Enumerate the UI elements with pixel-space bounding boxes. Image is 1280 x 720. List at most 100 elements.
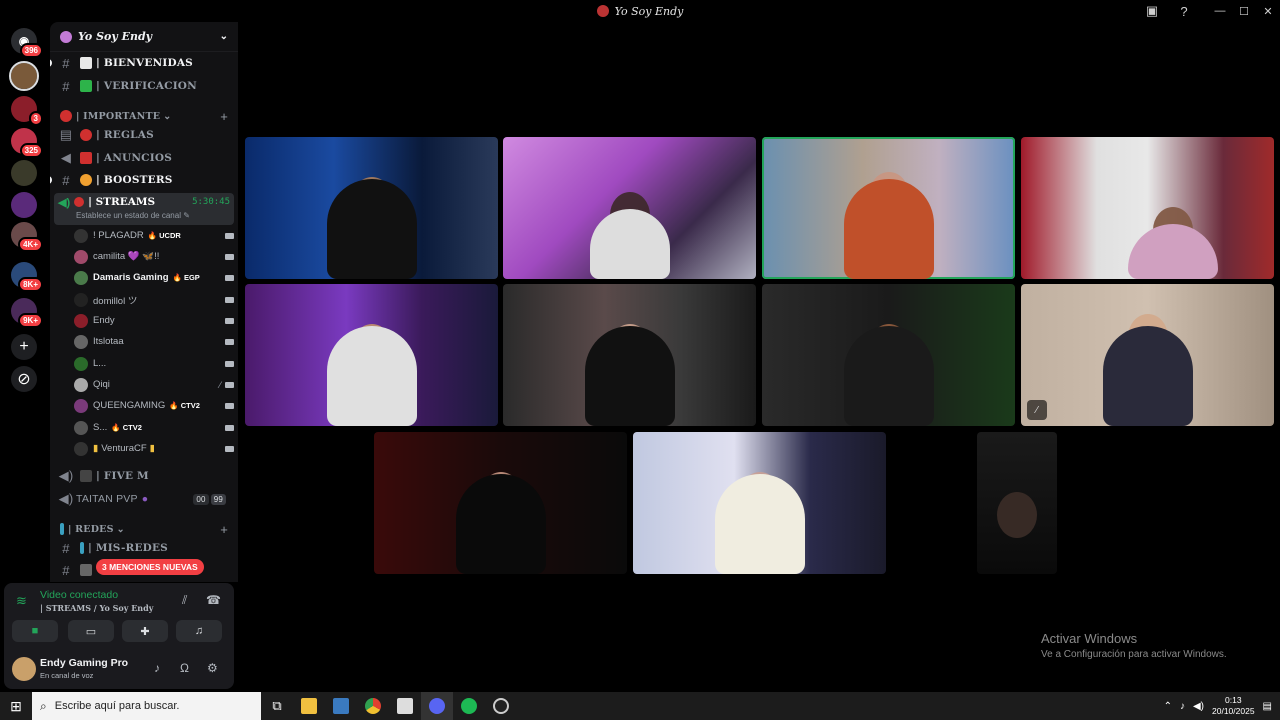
task-view-button[interactable]: ⧉: [261, 692, 293, 720]
voice-user[interactable]: domillol ツ: [74, 289, 234, 310]
microphone-icon[interactable]: ♪: [1180, 701, 1185, 712]
user-count: 00: [193, 493, 209, 505]
voice-user[interactable]: Itslotaa: [74, 331, 234, 352]
camera-button[interactable]: ■: [12, 620, 58, 642]
hash-icon: #: [62, 540, 70, 556]
voice-status: Video conectado: [40, 589, 119, 601]
new-mentions-pill[interactable]: 3 MENCIONES NUEVAS: [96, 559, 204, 575]
voice-user[interactable]: Damaris Gaming 🔥 EGP: [74, 267, 234, 288]
noise-suppression-icon[interactable]: ⫽: [182, 593, 187, 608]
file-explorer-button[interactable]: [293, 692, 325, 720]
voice-user[interactable]: L...: [74, 353, 234, 374]
voice-channel-five-m[interactable]: ◀) | FIVE M: [50, 466, 238, 486]
camera-icon: [225, 338, 234, 345]
window-title-text: Yo Soy Endy: [614, 4, 684, 18]
settings-gear-icon[interactable]: ⚙: [207, 661, 218, 675]
create-channel-icon[interactable]: +: [220, 522, 228, 537]
add-server-button[interactable]: +: [11, 334, 37, 360]
video-tile[interactable]: [633, 432, 886, 574]
server-folder-2[interactable]: 8K+: [11, 262, 43, 292]
video-tile[interactable]: [762, 284, 1015, 426]
server-icon-2[interactable]: 3: [11, 96, 43, 126]
app-button[interactable]: [389, 692, 421, 720]
activities-button[interactable]: ✚: [122, 620, 168, 642]
voice-location[interactable]: | STREAMS / Yo Soy Endy: [40, 603, 153, 613]
server-badge: 8K+: [18, 277, 43, 292]
disconnect-icon[interactable]: ☎: [206, 593, 221, 607]
chevron-down-icon: ⌄: [219, 31, 228, 42]
video-tile[interactable]: [503, 137, 756, 279]
server-header[interactable]: Yo Soy Endy ⌄: [50, 22, 238, 52]
video-tile[interactable]: [245, 284, 498, 426]
video-tile[interactable]: [1021, 137, 1274, 279]
voice-channel-taitan-pvp[interactable]: ◀) TAITAN PVP ● 00 99: [50, 489, 238, 509]
server-icon-3[interactable]: 325: [11, 128, 43, 158]
clock[interactable]: 0:13 20/10/2025: [1212, 695, 1255, 717]
voice-channel-streams[interactable]: ◀) | STREAMS 5:30:45 Establece un estado…: [54, 193, 234, 225]
taskbar-search[interactable]: ⌕ Escribe aquí para buscar.: [32, 692, 261, 720]
obs-button[interactable]: [485, 692, 517, 720]
channel-bienvenidas[interactable]: # | BIENVENIDAS: [50, 53, 238, 73]
video-tile[interactable]: [245, 137, 498, 279]
server-icon-5[interactable]: [11, 192, 37, 218]
category-redes[interactable]: | REDES ⌄ +: [50, 519, 238, 539]
channel-reglas[interactable]: ▤ | REGLAS: [50, 125, 238, 145]
voice-user[interactable]: Qiqi ⁄: [74, 374, 234, 395]
channel-status-prompt[interactable]: Establece un estado de canal ✎: [54, 211, 234, 220]
video-tile-speaking[interactable]: [762, 137, 1015, 279]
video-tile[interactable]: [503, 284, 756, 426]
maximize-button[interactable]: ☐: [1232, 5, 1256, 18]
start-button[interactable]: ⊞: [0, 692, 32, 720]
server-icon-4[interactable]: [11, 160, 37, 186]
avatar: [74, 292, 88, 307]
category-importante[interactable]: | IMPORTANTE ⌄ +: [50, 106, 238, 126]
headphones-icon[interactable]: Ω: [180, 661, 189, 675]
chrome-button[interactable]: [357, 692, 389, 720]
notifications-icon[interactable]: ▤: [1263, 701, 1272, 712]
channel-boosters[interactable]: # | BOOSTERS: [50, 170, 238, 190]
microphone-icon[interactable]: ♪: [154, 661, 160, 675]
chevron-up-icon[interactable]: ⌃: [1164, 701, 1172, 712]
spotify-button[interactable]: [453, 692, 485, 720]
voice-user[interactable]: S... 🔥 CTV2: [74, 417, 234, 438]
video-tile[interactable]: [374, 432, 627, 574]
channel-anuncios[interactable]: ◀ | ANUNCIOS: [50, 148, 238, 168]
video-tile[interactable]: ⁄: [1021, 284, 1274, 426]
category-label: | IMPORTANTE: [76, 110, 161, 122]
server-folder-1[interactable]: 4K+: [11, 222, 43, 252]
help-icon[interactable]: ?: [1176, 3, 1192, 19]
minimize-button[interactable]: —: [1208, 5, 1232, 17]
volume-icon[interactable]: ◀): [1193, 701, 1204, 712]
category-label: | REDES: [68, 523, 114, 535]
store-button[interactable]: [325, 692, 357, 720]
window-title: Yo Soy Endy: [596, 4, 684, 18]
server-yo-soy-endy[interactable]: [9, 61, 39, 91]
signal-icon[interactable]: ≋: [16, 593, 27, 609]
discord-taskbar-button[interactable]: [421, 692, 453, 720]
voice-user[interactable]: ▮ VenturaCF ▮: [74, 438, 234, 459]
direct-messages-button[interactable]: ◉ 396: [11, 28, 43, 58]
camera-icon: [225, 274, 234, 281]
channel-label: | BOOSTERS: [96, 174, 173, 186]
soundboard-button[interactable]: ♫: [176, 620, 222, 642]
voice-user[interactable]: ! PLAGADR 🔥 UCDR: [74, 225, 234, 246]
voice-user[interactable]: Endy: [74, 310, 234, 331]
channel-label: | BIENVENIDAS: [96, 57, 193, 69]
close-button[interactable]: ✕: [1256, 5, 1280, 18]
camera-icon: ■: [31, 625, 39, 637]
share-screen-button[interactable]: ▭: [68, 620, 114, 642]
discover-button[interactable]: ⊘: [11, 366, 37, 392]
taskbar: ⊞ ⌕ Escribe aquí para buscar. ⧉ ⌃ ♪ ◀) 0…: [0, 692, 1280, 720]
inbox-icon[interactable]: ▣: [1144, 3, 1160, 19]
voice-user[interactable]: camilita 💜 🦋!!: [74, 246, 234, 267]
channel-verificacion[interactable]: # | VERIFICACION: [50, 76, 238, 96]
server-folder-3[interactable]: 9K+: [11, 298, 43, 328]
user-tag: 🔥 UCDR: [147, 231, 181, 240]
video-tile[interactable]: [977, 432, 1057, 574]
channel-mis-redes[interactable]: # | MIS-REDES: [50, 538, 238, 558]
create-channel-icon[interactable]: +: [220, 109, 228, 124]
avatar[interactable]: [12, 657, 36, 681]
camera-icon: [225, 381, 234, 388]
hash-icon: #: [62, 78, 70, 94]
voice-user[interactable]: QUEENGAMING 🔥 CTV2: [74, 395, 234, 416]
